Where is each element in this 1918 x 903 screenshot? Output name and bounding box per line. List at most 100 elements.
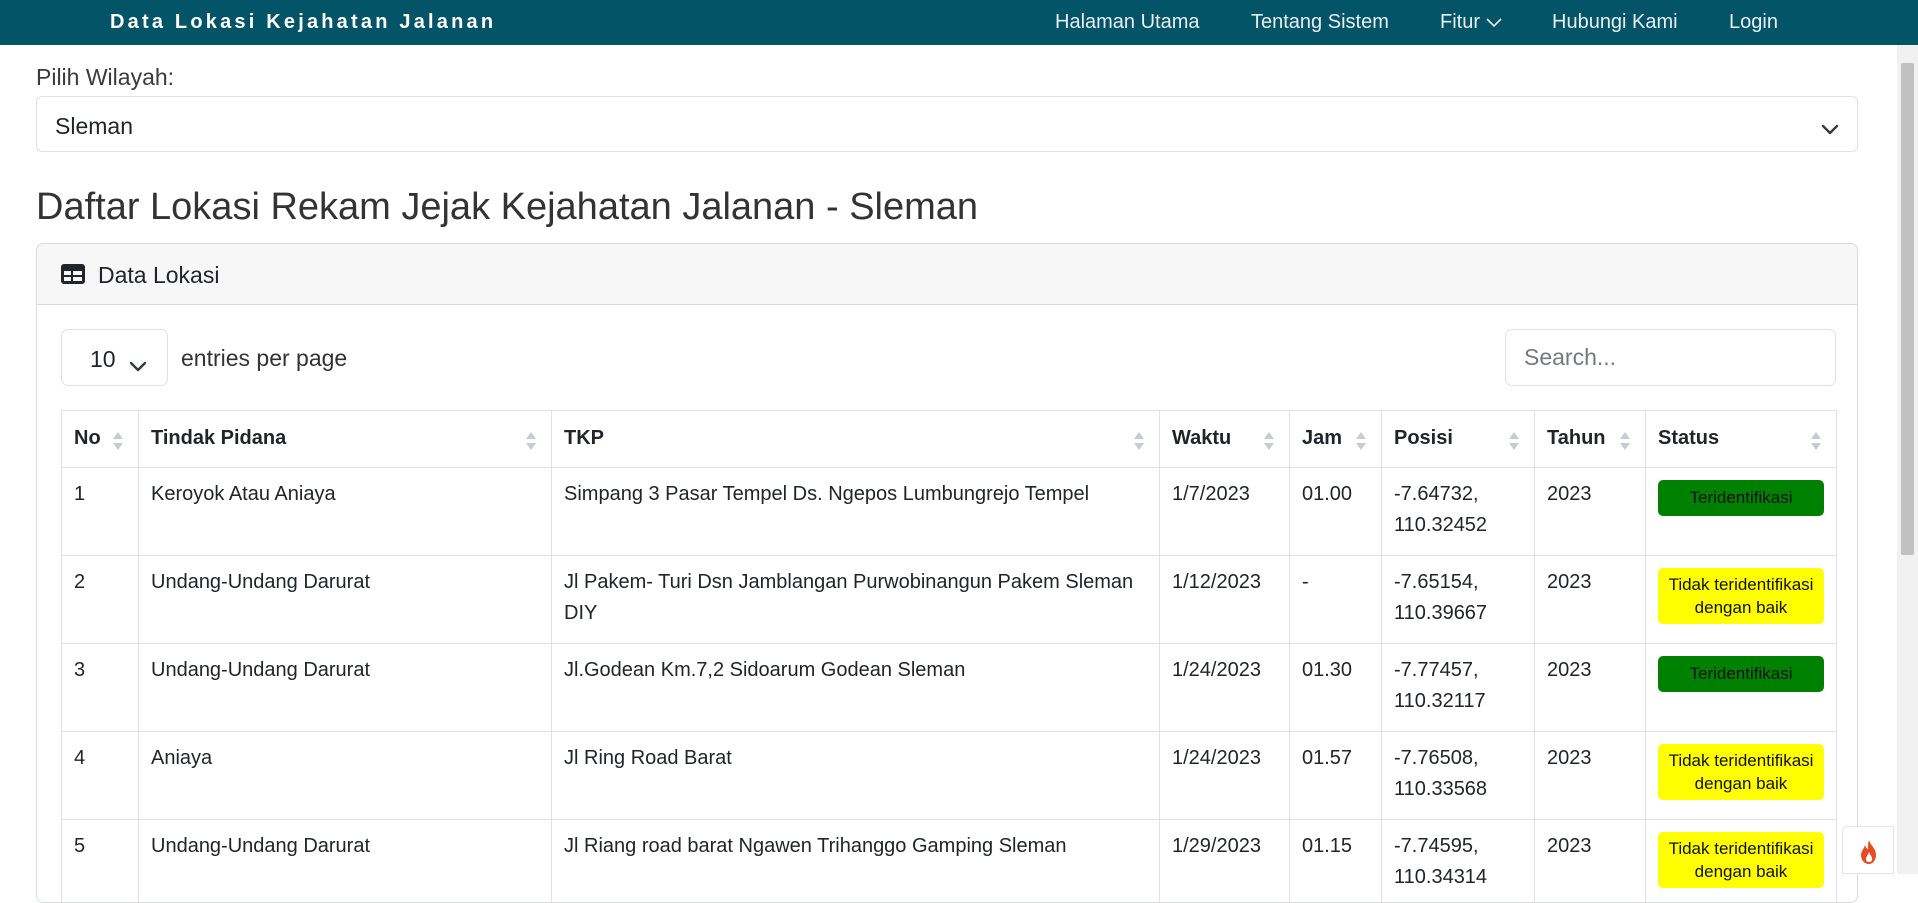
cell-tindak-pidana: Undang-Undang Darurat: [139, 820, 552, 903]
region-select[interactable]: Sleman: [36, 96, 1858, 152]
cell-tindak-pidana: Aniaya: [139, 732, 552, 820]
column-header-tindak-pidana[interactable]: Tindak Pidana: [139, 411, 552, 468]
brand-title[interactable]: Data Lokasi Kejahatan Jalanan: [110, 11, 496, 34]
cell-tindak-pidana: Keroyok Atau Aniaya: [139, 468, 552, 556]
cell-jam: 01.00: [1290, 468, 1382, 556]
cell-jam: 01.57: [1290, 732, 1382, 820]
sort-arrows-icon: [1355, 430, 1367, 461]
cell-status: Tidak teridentifikasi dengan baik: [1646, 556, 1837, 644]
cell-no: 2: [62, 556, 139, 644]
sort-arrows-icon: [525, 430, 537, 461]
column-header-no[interactable]: No: [62, 411, 139, 468]
cell-status: Teridentifikasi: [1646, 644, 1837, 732]
cell-waktu: 1/12/2023: [1160, 556, 1290, 644]
nav-item-login[interactable]: Login: [1729, 11, 1778, 34]
cell-jam: 01.15: [1290, 820, 1382, 903]
data-card: Data Lokasi 10 entries per page No Tinda…: [36, 243, 1858, 903]
cell-tahun: 2023: [1535, 556, 1646, 644]
sort-arrows-icon: [1508, 430, 1520, 461]
card-header: Data Lokasi: [37, 244, 1857, 305]
cell-waktu: 1/24/2023: [1160, 644, 1290, 732]
status-badge: Tidak teridentifikasi dengan baik: [1658, 744, 1824, 800]
cell-jam: 01.30: [1290, 644, 1382, 732]
cell-tkp: Jl Ring Road Barat: [552, 732, 1160, 820]
card-title: Data Lokasi: [98, 262, 219, 289]
column-header-tahun[interactable]: Tahun: [1535, 411, 1646, 468]
top-navbar: Data Lokasi Kejahatan Jalanan Halaman Ut…: [0, 0, 1918, 45]
page-title: Daftar Lokasi Rekam Jejak Kejahatan Jala…: [36, 186, 978, 229]
cell-posisi: -7.65154,110.39667: [1382, 556, 1535, 644]
page-scrollbar[interactable]: [1897, 45, 1918, 874]
sort-arrows-icon: [1263, 430, 1275, 461]
table-icon: [61, 264, 85, 289]
status-badge: Teridentifikasi: [1658, 656, 1824, 692]
entries-per-page-value: 10: [90, 346, 116, 372]
cell-no: 3: [62, 644, 139, 732]
cell-tkp: Jl Riang road barat Ngawen Trihanggo Gam…: [552, 820, 1160, 903]
nav-item-fitur-label: Fitur: [1440, 11, 1480, 33]
cell-no: 5: [62, 820, 139, 903]
cell-status: Tidak teridentifikasi dengan baik: [1646, 732, 1837, 820]
sort-arrows-icon: [112, 430, 124, 461]
posisi-lng: 110.33568: [1394, 778, 1487, 800]
cell-tkp: Jl Pakem- Turi Dsn Jamblangan Purwobinan…: [552, 556, 1160, 644]
posisi-lat: -7.76508,: [1394, 747, 1479, 769]
posisi-lng: 110.34314: [1394, 866, 1487, 888]
cell-jam: -: [1290, 556, 1382, 644]
scrollbar-thumb[interactable]: [1901, 63, 1914, 555]
sort-arrows-icon: [1133, 430, 1145, 461]
column-header-tkp[interactable]: TKP: [552, 411, 1160, 468]
entries-per-page-select[interactable]: 10: [61, 329, 168, 386]
chevron-down-icon: [1486, 11, 1502, 34]
cell-status: Teridentifikasi: [1646, 468, 1837, 556]
posisi-lng: 110.39667: [1394, 602, 1487, 624]
cell-tkp: Simpang 3 Pasar Tempel Ds. Ngepos Lumbun…: [552, 468, 1160, 556]
cell-waktu: 1/29/2023: [1160, 820, 1290, 903]
cell-tindak-pidana: Undang-Undang Darurat: [139, 644, 552, 732]
posisi-lat: -7.64732,: [1394, 483, 1479, 505]
nav-item-hubungi-kami[interactable]: Hubungi Kami: [1552, 11, 1678, 34]
table-header-row: No Tindak Pidana TKP Waktu Jam Posisi Ta…: [62, 411, 1837, 468]
region-select-value: Sleman: [55, 113, 133, 139]
table-row: 3 Undang-Undang Darurat Jl.Godean Km.7,2…: [62, 644, 1837, 732]
column-header-waktu[interactable]: Waktu: [1160, 411, 1290, 468]
data-table: No Tindak Pidana TKP Waktu Jam Posisi Ta…: [61, 410, 1837, 903]
chevron-down-icon: [129, 352, 147, 379]
region-label: Pilih Wilayah:: [36, 64, 174, 91]
cell-waktu: 1/7/2023: [1160, 468, 1290, 556]
table-row: 1 Keroyok Atau Aniaya Simpang 3 Pasar Te…: [62, 468, 1837, 556]
cell-waktu: 1/24/2023: [1160, 732, 1290, 820]
cell-posisi: -7.77457, 110.32117: [1382, 644, 1535, 732]
cell-tahun: 2023: [1535, 820, 1646, 903]
posisi-lat: -7.77457,: [1394, 659, 1479, 681]
cell-posisi: -7.64732, 110.32452: [1382, 468, 1535, 556]
column-header-status[interactable]: Status: [1646, 411, 1837, 468]
entries-per-page-label: entries per page: [181, 345, 347, 372]
posisi-lng: 110.32452: [1394, 514, 1487, 536]
sort-arrows-icon: [1810, 430, 1822, 461]
nav-item-halaman-utama[interactable]: Halaman Utama: [1055, 11, 1200, 34]
column-header-posisi[interactable]: Posisi: [1382, 411, 1535, 468]
cell-no: 1: [62, 468, 139, 556]
nav-item-tentang-sistem[interactable]: Tentang Sistem: [1251, 11, 1389, 34]
posisi-lng: 110.32117: [1394, 690, 1486, 712]
status-badge: Teridentifikasi: [1658, 480, 1824, 516]
floating-fire-button[interactable]: [1842, 826, 1894, 874]
search-input[interactable]: [1505, 329, 1836, 386]
cell-posisi: -7.76508, 110.33568: [1382, 732, 1535, 820]
cell-tindak-pidana: Undang-Undang Darurat: [139, 556, 552, 644]
chevron-down-icon: [1821, 115, 1839, 142]
cell-tahun: 2023: [1535, 468, 1646, 556]
cell-posisi: -7.74595,110.34314: [1382, 820, 1535, 903]
status-badge: Tidak teridentifikasi dengan baik: [1658, 568, 1824, 624]
cell-tahun: 2023: [1535, 732, 1646, 820]
sort-arrows-icon: [1619, 430, 1631, 461]
cell-tahun: 2023: [1535, 644, 1646, 732]
cell-status: Tidak teridentifikasi dengan baik: [1646, 820, 1837, 903]
cell-no: 4: [62, 732, 139, 820]
cell-tkp: Jl.Godean Km.7,2 Sidoarum Godean Sleman: [552, 644, 1160, 732]
table-row: 2 Undang-Undang Darurat Jl Pakem- Turi D…: [62, 556, 1837, 644]
column-header-jam[interactable]: Jam: [1290, 411, 1382, 468]
table-row: 4 Aniaya Jl Ring Road Barat 1/24/2023 01…: [62, 732, 1837, 820]
nav-item-fitur[interactable]: Fitur: [1440, 11, 1502, 34]
